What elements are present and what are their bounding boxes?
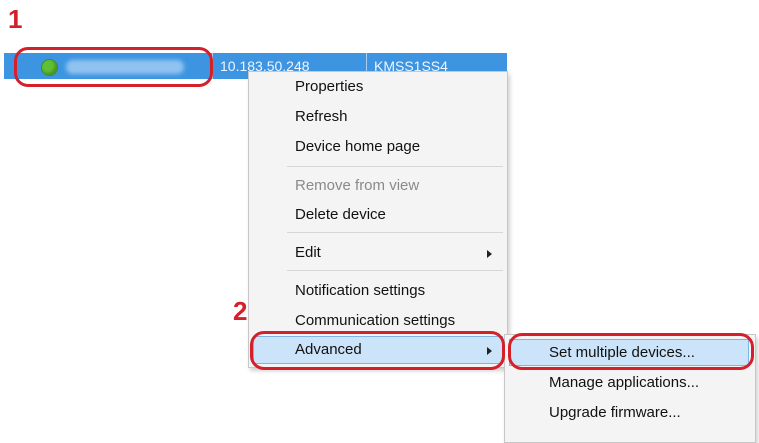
context-menu: Properties Refresh Device home page Remo… xyxy=(248,71,508,368)
device-name-redacted xyxy=(66,60,184,74)
menu-item-device-home-page[interactable]: Device home page xyxy=(295,137,420,157)
menu-item-refresh[interactable]: Refresh xyxy=(295,107,348,127)
step-number-2: 2 xyxy=(233,296,248,326)
menu-separator xyxy=(287,270,503,271)
menu-item-delete-device[interactable]: Delete device xyxy=(295,205,386,225)
submenu-item-manage-applications[interactable]: Manage applications... xyxy=(549,373,699,393)
submenu-arrow-icon xyxy=(487,250,492,258)
menu-separator xyxy=(287,232,503,233)
menu-item-remove-from-view: Remove from view xyxy=(295,177,420,194)
menu-item-notification-settings[interactable]: Notification settings xyxy=(295,281,425,301)
submenu-item-upgrade-firmware[interactable]: Upgrade firmware... xyxy=(549,403,681,423)
advanced-submenu: Set multiple devices... Manage applicati… xyxy=(504,334,756,443)
step-number-1: 1 xyxy=(8,4,23,34)
menu-item-properties[interactable]: Properties xyxy=(295,77,363,97)
submenu-arrow-icon xyxy=(487,347,492,355)
menu-item-advanced-highlight xyxy=(253,336,503,364)
status-ok-icon xyxy=(41,59,58,76)
menu-separator xyxy=(287,166,503,167)
menu-item-advanced[interactable]: Advanced xyxy=(295,340,362,360)
submenu-item-set-multiple-devices[interactable]: Set multiple devices... xyxy=(549,343,695,363)
menu-item-edit[interactable]: Edit xyxy=(295,243,321,263)
menu-item-communication-settings[interactable]: Communication settings xyxy=(295,311,455,331)
